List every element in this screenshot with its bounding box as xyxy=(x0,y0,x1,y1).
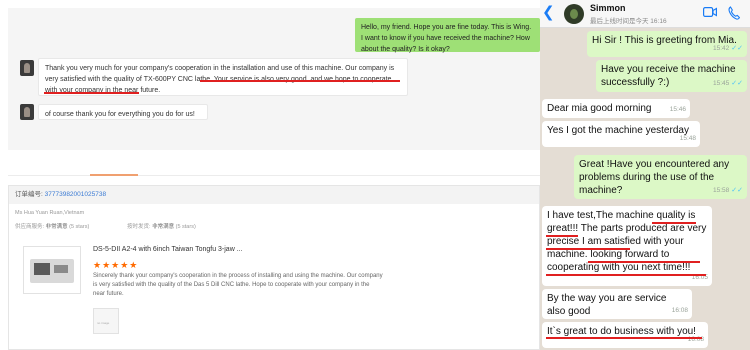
message-time: 15:45 ✓✓ xyxy=(712,80,743,87)
message-text: I have test,The machine quality is great… xyxy=(547,210,707,273)
read-ticks-icon: ✓✓ xyxy=(731,187,743,194)
message-time: 16:05 xyxy=(691,274,708,281)
highlight-underline xyxy=(44,92,139,94)
rating-label: 按时发货: xyxy=(127,224,151,230)
outgoing-message: Great !Have you encountered any problems… xyxy=(574,155,747,199)
order-review-card: 订单编号: 3777398200102573​8 Ms Hua Yuan Rua… xyxy=(8,185,540,350)
message-text: Dear mia good morning xyxy=(547,103,652,114)
star-rating: ★★★★★ xyxy=(93,260,139,270)
thumbnail-caption: no image xyxy=(97,321,110,325)
order-header: 订单编号: 3777398200102573​8 xyxy=(9,186,539,204)
outgoing-message: Hi Sir ! This is greeting from Mia. 15:4… xyxy=(587,31,747,57)
highlight-underline xyxy=(588,261,700,263)
rating-value: 非常满意 xyxy=(152,224,175,230)
cnc-lathe-image xyxy=(30,259,74,283)
whatsapp-chat-panel: ❮ Simmon 最后上线时间是今天 16:16 Hi Sir ! This i… xyxy=(540,0,750,350)
last-seen-status: 最后上线时间是今天 16:16 xyxy=(590,18,667,25)
rating-value: 非常满意 xyxy=(45,224,68,230)
order-number-label: 订单编号: xyxy=(15,191,43,198)
incoming-message: It`s great to do business with you! 16:0… xyxy=(542,322,708,348)
review-text: Sincerely thank your company's cooperati… xyxy=(93,273,383,297)
buyer-avatar xyxy=(20,60,34,76)
rating-label: 供应商服务: xyxy=(15,224,45,230)
chat-header: ❮ Simmon 最后上线时间是今天 16:16 xyxy=(540,0,750,28)
message-time: 15:42 ✓✓ xyxy=(712,45,743,52)
incoming-message-bubble: of course thank you for everything you d… xyxy=(38,104,208,120)
message-time: 15:48 xyxy=(679,135,696,142)
message-time: 16:08 xyxy=(671,307,688,314)
incoming-message-bubble: Thank you very much for your company's c… xyxy=(38,58,408,96)
supplier-service-rating: 供应商服务: 非常满意 (5 stars) xyxy=(15,222,89,230)
message-text: Great !Have you encountered any problems… xyxy=(579,159,730,196)
review-photo-thumbnail[interactable]: no image xyxy=(93,308,119,334)
read-ticks-icon: ✓✓ xyxy=(731,80,743,87)
product-image[interactable] xyxy=(23,246,81,294)
message-text: By the way you are service also good xyxy=(547,293,667,317)
incoming-message: By the way you are service also good 16:… xyxy=(542,289,692,319)
product-title[interactable]: DS-5-DII A2-4 with 6inch Taiwan Tongfu 3… xyxy=(93,246,243,253)
incoming-message: Yes I got the machine yesterday 15:48 xyxy=(542,121,700,147)
buyer-avatar xyxy=(20,104,34,120)
highlight-underline xyxy=(652,222,696,224)
message-text: Yes I got the machine yesterday xyxy=(547,125,689,136)
outgoing-message: Have you receive the machine successfull… xyxy=(596,60,747,92)
message-text: It`s great to do business with you! xyxy=(547,326,696,337)
message-time: 16:08 xyxy=(687,336,704,343)
message-time: 15:46 xyxy=(669,106,686,113)
web-chat-panel: Hello, my friend. Hope you are fine toda… xyxy=(0,0,540,350)
section-divider xyxy=(8,175,540,176)
read-ticks-icon: ✓✓ xyxy=(731,45,743,52)
tab-indicator xyxy=(90,174,138,176)
contact-name[interactable]: Simmon xyxy=(590,3,626,13)
back-chevron-icon[interactable]: ❮ xyxy=(542,5,555,20)
contact-avatar[interactable] xyxy=(564,4,584,24)
highlight-underline xyxy=(546,235,578,237)
outgoing-message-bubble: Hello, my friend. Hope you are fine toda… xyxy=(355,18,540,53)
highlight-underline xyxy=(200,80,400,82)
delivery-rating: 按时发货: 非常满意 (5 stars) xyxy=(127,222,196,230)
buyer-name: Ms Hua Yuan Ruan,Vietnam xyxy=(15,210,85,216)
rating-stars-text: (5 stars) xyxy=(175,224,196,230)
highlight-underline xyxy=(546,248,630,250)
video-call-icon[interactable] xyxy=(703,7,717,17)
rating-stars-text: (5 stars) xyxy=(69,224,90,230)
highlight-underline xyxy=(546,337,702,339)
phone-call-icon[interactable] xyxy=(728,6,740,20)
order-number-link[interactable]: 3777398200102573​8 xyxy=(45,191,106,198)
message-time: 15:58 ✓✓ xyxy=(712,187,743,194)
incoming-message: Dear mia good morning 15:46 xyxy=(542,99,690,118)
highlight-underline xyxy=(546,274,706,276)
